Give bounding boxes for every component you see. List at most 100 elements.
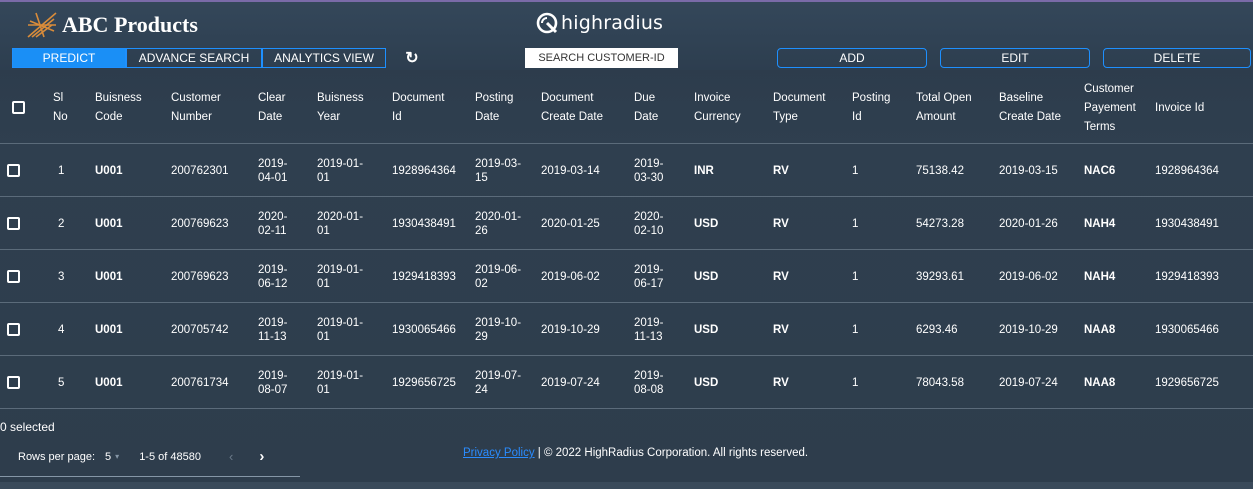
cell-document-id: 1929656725 — [392, 376, 456, 389]
column-header-business-code: Buisness Code — [95, 72, 142, 144]
row-checkbox[interactable] — [7, 323, 20, 336]
refresh-icon[interactable]: ↻ — [402, 48, 422, 68]
column-header-line: Invoice Id — [1155, 101, 1205, 114]
rows-per-page-value: 5 — [105, 450, 112, 463]
cell-invoice-currency: USD — [694, 323, 719, 336]
column-header-invoice-currency: Invoice Currency — [694, 72, 741, 144]
cell-clear-date: 2019- 08-07 — [258, 356, 287, 409]
tab-predict[interactable]: PREDICT — [12, 48, 126, 68]
cell-customer-number: 200762301 — [171, 164, 229, 177]
cell-baseline-create-date: 2019-06-02 — [999, 270, 1058, 283]
row-checkbox[interactable] — [7, 164, 20, 177]
table-row[interactable]: 3 U001 200769623 2019- 06-12 2019-01- 01 192941… — [0, 250, 1253, 303]
page-range: 1-5 of 48580 — [139, 450, 201, 463]
cell-payment-terms: NAA8 — [1084, 376, 1116, 389]
cell-invoice-currency: INR — [694, 164, 714, 177]
cell-baseline-create-date: 2020-01-26 — [999, 217, 1058, 230]
cell-total-open-amount: 6293.46 — [916, 323, 958, 336]
cell-due-date: 2019- 11-13 — [634, 303, 663, 356]
row-checkbox[interactable] — [7, 270, 20, 283]
cell-line: 2019-01- — [317, 157, 364, 170]
cell-baseline-create-date: 2019-07-24 — [999, 376, 1058, 389]
cell-line: 02 — [475, 277, 488, 290]
cell-line: 06-17 — [634, 277, 664, 290]
cell-customer-number: 200769623 — [171, 270, 229, 283]
table-row[interactable]: 5 U001 200761734 2019- 08-07 2019-01- 01 192965… — [0, 356, 1253, 409]
cell-line: 11-13 — [634, 330, 663, 343]
cell-payment-terms: NAH4 — [1084, 270, 1116, 283]
privacy-policy-link[interactable]: Privacy Policy — [463, 447, 535, 459]
cell-line: 2019- — [258, 369, 288, 382]
cell-business-code: U001 — [95, 164, 123, 177]
cell-line: 01 — [317, 330, 330, 343]
cell-customer-number: 200761734 — [171, 376, 229, 389]
search-customer-id-input[interactable]: SEARCH CUSTOMER-ID — [525, 48, 678, 68]
row-checkbox[interactable] — [7, 376, 20, 389]
column-header-document-create-date: Document Create Date — [541, 72, 603, 144]
cell-line: 2019- — [634, 316, 664, 329]
cell-line: 03-30 — [634, 171, 664, 184]
chevron-down-icon: ▾ — [115, 452, 120, 461]
cell-line: 04-01 — [258, 171, 288, 184]
tab-advance-search[interactable]: ADVANCE SEARCH — [126, 48, 262, 68]
cell-due-date: 2019- 03-30 — [634, 144, 663, 197]
cell-line: 2019-01- — [317, 369, 364, 382]
cell-customer-number: 200769623 — [171, 217, 229, 230]
cell-total-open-amount: 75138.42 — [916, 164, 964, 177]
column-header-posting-id: Posting Id — [852, 72, 890, 144]
cell-invoice-currency: USD — [694, 217, 719, 230]
cell-due-date: 2020- 02-10 — [634, 197, 663, 250]
cell-business-code: U001 — [95, 270, 123, 283]
column-header-line: Number — [171, 111, 212, 123]
cell-invoice-id: 1928964364 — [1155, 164, 1219, 177]
company-logo-text: highradius — [561, 12, 664, 34]
cell-sl-no: 3 — [58, 270, 65, 283]
add-button[interactable]: ADD — [777, 48, 927, 68]
row-checkbox[interactable] — [7, 217, 20, 230]
next-page-icon[interactable]: › — [259, 448, 264, 465]
cell-due-date: 2019- 08-08 — [634, 356, 663, 409]
column-header-clear-date: Clear Date — [258, 72, 285, 144]
table-body: 1 U001 200762301 2019- 04-01 2019-01- 01 192896… — [0, 144, 1253, 409]
column-header-line: Amount — [916, 111, 956, 123]
column-header-line: Document — [392, 92, 445, 104]
cell-line: 2019-06- — [475, 263, 522, 276]
cell-posting-date: 2019-06- 02 — [475, 250, 521, 303]
column-header-line: No — [53, 111, 68, 123]
table-row[interactable]: 4 U001 200705742 2019- 11-13 2019-01- 01 193006… — [0, 303, 1253, 356]
column-header-customer-number: Customer Number — [171, 72, 221, 144]
cell-line: 2019- — [258, 316, 288, 329]
cell-line: 2019- — [634, 157, 664, 170]
tab-analytics-view[interactable]: ANALYTICS VIEW — [262, 48, 386, 68]
cell-document-id: 1930438491 — [392, 217, 456, 230]
edit-button[interactable]: EDIT — [940, 48, 1090, 68]
cell-clear-date: 2019- 11-13 — [258, 303, 287, 356]
invoice-table: Sl No Buisness Code Customer Number Clear Date B… — [0, 72, 1253, 409]
column-header-sl-no: Sl No — [53, 72, 68, 144]
cell-line: 2019- — [634, 263, 664, 276]
column-header-posting-date: Posting Date — [475, 72, 513, 144]
delete-button[interactable]: DELETE — [1103, 48, 1251, 68]
column-header-business-year: Buisness Year — [317, 72, 364, 144]
cell-invoice-currency: USD — [694, 270, 719, 283]
cell-posting-date: 2020-01- 26 — [475, 197, 521, 250]
rows-per-page-select[interactable]: 5 ▾ — [105, 451, 119, 463]
cell-customer-number: 200705742 — [171, 323, 229, 336]
cell-posting-id: 1 — [852, 164, 859, 177]
cell-sl-no: 4 — [58, 323, 65, 336]
prev-page-icon[interactable]: ‹ — [229, 449, 233, 464]
select-all-checkbox[interactable] — [12, 101, 25, 114]
brand-title: ABC Products — [62, 12, 198, 37]
cell-line: 02-10 — [634, 224, 664, 237]
cell-document-id: 1928964364 — [392, 164, 456, 177]
cell-line: 08-07 — [258, 383, 288, 396]
cell-invoice-currency: USD — [694, 376, 719, 389]
cell-line: 08-08 — [634, 383, 664, 396]
cell-baseline-create-date: 2019-03-15 — [999, 164, 1058, 177]
table-row[interactable]: 2 U001 200769623 2020- 02-11 2020-01- 01 193043… — [0, 197, 1253, 250]
cell-total-open-amount: 54273.28 — [916, 217, 964, 230]
table-row[interactable]: 1 U001 200762301 2019- 04-01 2019-01- 01 192896… — [0, 144, 1253, 197]
table-header: Sl No Buisness Code Customer Number Clear Date B… — [0, 72, 1253, 144]
cell-business-year: 2019-01- 01 — [317, 250, 363, 303]
cell-invoice-id: 1929418393 — [1155, 270, 1219, 283]
